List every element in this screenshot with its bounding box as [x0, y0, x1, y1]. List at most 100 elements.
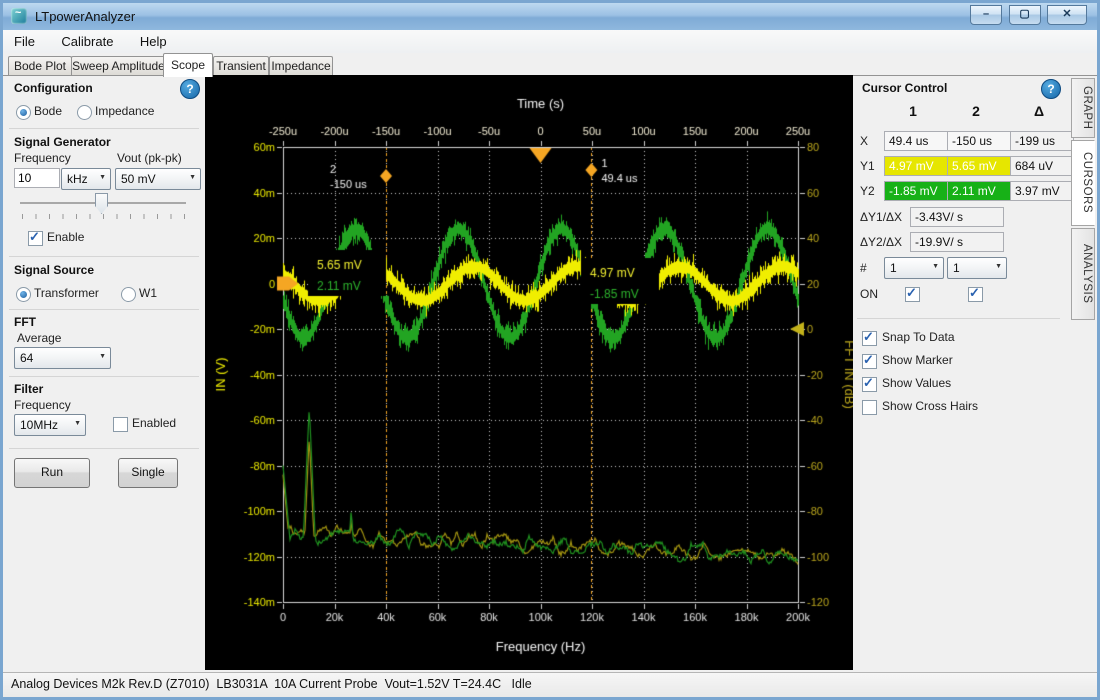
cursor1-column-header: 1: [882, 103, 944, 119]
side-tab-graph[interactable]: GRAPH: [1071, 78, 1095, 138]
average-select[interactable]: 64: [14, 347, 111, 369]
signal-generator-header: Signal Generator: [14, 135, 111, 149]
filter-enabled-label: Enabled: [132, 416, 176, 430]
on-row-label: ON: [860, 287, 878, 301]
menu-calibrate[interactable]: Calibrate: [50, 30, 124, 53]
app-icon: [11, 8, 27, 24]
filter-frequency-select[interactable]: 10MHz: [14, 414, 86, 436]
cursor-control-help-icon[interactable]: ?: [1041, 79, 1061, 99]
bode-radio-label: Bode: [34, 104, 62, 118]
cursor-control-header: Cursor Control: [862, 81, 947, 95]
cursor2-x-value: -150 us: [947, 131, 1011, 151]
maximize-button[interactable]: ▢: [1009, 5, 1041, 25]
y1-row-label: Y1: [860, 159, 875, 173]
cursor1-on-checkbox[interactable]: [905, 287, 920, 302]
enable-checkbox[interactable]: [28, 231, 43, 246]
transformer-radio[interactable]: [16, 287, 31, 302]
average-label: Average: [17, 331, 61, 345]
vout-select[interactable]: 50 mV: [115, 168, 201, 190]
cursor1-y1-value: 4.97 mV: [884, 156, 948, 176]
signal-source-header: Signal Source: [14, 263, 94, 277]
dy2dx-label: ΔY2/ΔX: [860, 235, 902, 249]
filter-header: Filter: [14, 382, 43, 396]
show-cross-hairs-checkbox[interactable]: [862, 400, 877, 415]
show-marker-label: Show Marker: [882, 353, 953, 367]
frequency-label: Frequency: [14, 151, 71, 165]
run-button[interactable]: Run: [14, 458, 90, 488]
side-tabstrip: GRAPH CURSORS ANALYSIS: [1071, 78, 1095, 672]
divider: [9, 128, 199, 129]
single-button[interactable]: Single: [118, 458, 178, 488]
cursor-control-panel: Cursor Control ? 1 2 Δ X 49.4 us -150 us…: [853, 76, 1068, 672]
divider: [9, 256, 199, 257]
cursor1-y2-value: -1.85 mV: [884, 181, 948, 201]
divider: [9, 309, 199, 310]
main-content: Configuration ? Bode Impedance Signal Ge…: [3, 76, 1097, 672]
filter-enabled-checkbox[interactable]: [113, 417, 128, 432]
side-tab-cursors[interactable]: CURSORS: [1071, 140, 1095, 226]
dy1dx-label: ΔY1/ΔX: [860, 210, 902, 224]
menu-help[interactable]: Help: [129, 30, 178, 53]
frequency-unit-select[interactable]: kHz: [61, 168, 111, 190]
tab-sweep-amplitude[interactable]: Sweep Amplitude: [71, 56, 166, 75]
scope-plot-canvas[interactable]: [205, 75, 853, 670]
slider-ticks: [22, 214, 185, 219]
y2-row-label: Y2: [860, 184, 875, 198]
cursor-number-label: #: [860, 261, 867, 275]
delta-x-value: -199 us: [1010, 131, 1074, 151]
menubar: File Calibrate Help: [3, 30, 1097, 53]
configuration-help-icon[interactable]: ?: [180, 79, 200, 99]
w1-radio-label: W1: [139, 286, 157, 300]
tabstrip: Bode Plot Sweep Amplitude Scope Transien…: [3, 53, 1097, 76]
filter-frequency-label: Frequency: [14, 398, 71, 412]
show-cross-hairs-label: Show Cross Hairs: [882, 399, 978, 413]
cursor2-y1-value: 5.65 mV: [947, 156, 1011, 176]
configuration-header: Configuration: [14, 81, 93, 95]
snap-to-data-checkbox[interactable]: [862, 331, 877, 346]
close-button[interactable]: ✕: [1047, 5, 1087, 25]
cursor2-y2-value: 2.11 mV: [947, 181, 1011, 201]
tab-impedance[interactable]: Impedance: [269, 56, 333, 75]
cursor1-x-value: 49.4 us: [884, 131, 948, 151]
tab-bode-plot[interactable]: Bode Plot: [8, 56, 72, 75]
divider: [9, 448, 199, 449]
impedance-radio[interactable]: [77, 105, 92, 120]
left-control-panel: Configuration ? Bode Impedance Signal Ge…: [3, 76, 205, 672]
titlebar[interactable]: LTpowerAnalyzer – ▢ ✕: [3, 3, 1097, 30]
snap-to-data-label: Snap To Data: [882, 330, 955, 344]
show-marker-checkbox[interactable]: [862, 354, 877, 369]
delta-column-header: Δ: [1008, 103, 1070, 119]
cursor1-trace-select[interactable]: 1: [884, 257, 944, 279]
impedance-radio-label: Impedance: [95, 104, 154, 118]
delta-y2-value: 3.97 mV: [1010, 181, 1074, 201]
show-values-label: Show Values: [882, 376, 951, 390]
divider: [857, 318, 1060, 319]
dy1dx-value: -3.43V/ s: [910, 207, 1004, 227]
transformer-radio-label: Transformer: [34, 286, 99, 300]
delta-y1-value: 684 uV: [1010, 156, 1074, 176]
cursor2-on-checkbox[interactable]: [968, 287, 983, 302]
tab-transient[interactable]: Transient: [213, 56, 269, 75]
fft-header: FFT: [14, 315, 36, 329]
window-title: LTpowerAnalyzer: [35, 9, 135, 24]
enable-label: Enable: [47, 230, 84, 244]
bode-radio[interactable]: [16, 105, 31, 120]
tab-scope[interactable]: Scope: [163, 53, 213, 77]
status-text: Analog Devices M2k Rev.D (Z7010) LB3031A…: [3, 673, 532, 696]
menu-file[interactable]: File: [3, 30, 46, 53]
frequency-slider-thumb[interactable]: [95, 193, 108, 214]
dy2dx-value: -19.9V/ s: [910, 232, 1004, 252]
cursor2-trace-select[interactable]: 1: [947, 257, 1007, 279]
side-tab-analysis[interactable]: ANALYSIS: [1071, 228, 1095, 320]
minimize-button[interactable]: –: [970, 5, 1002, 25]
cursor2-column-header: 2: [945, 103, 1007, 119]
divider: [9, 376, 199, 377]
x-row-label: X: [860, 134, 868, 148]
w1-radio[interactable]: [121, 287, 136, 302]
status-bar: Analog Devices M2k Rev.D (Z7010) LB3031A…: [3, 672, 1097, 697]
scope-plot-area: [205, 75, 853, 670]
vout-label: Vout (pk-pk): [117, 151, 182, 165]
frequency-input[interactable]: [14, 168, 60, 188]
show-values-checkbox[interactable]: [862, 377, 877, 392]
app-window: LTpowerAnalyzer – ▢ ✕ File Calibrate Hel…: [0, 0, 1100, 700]
